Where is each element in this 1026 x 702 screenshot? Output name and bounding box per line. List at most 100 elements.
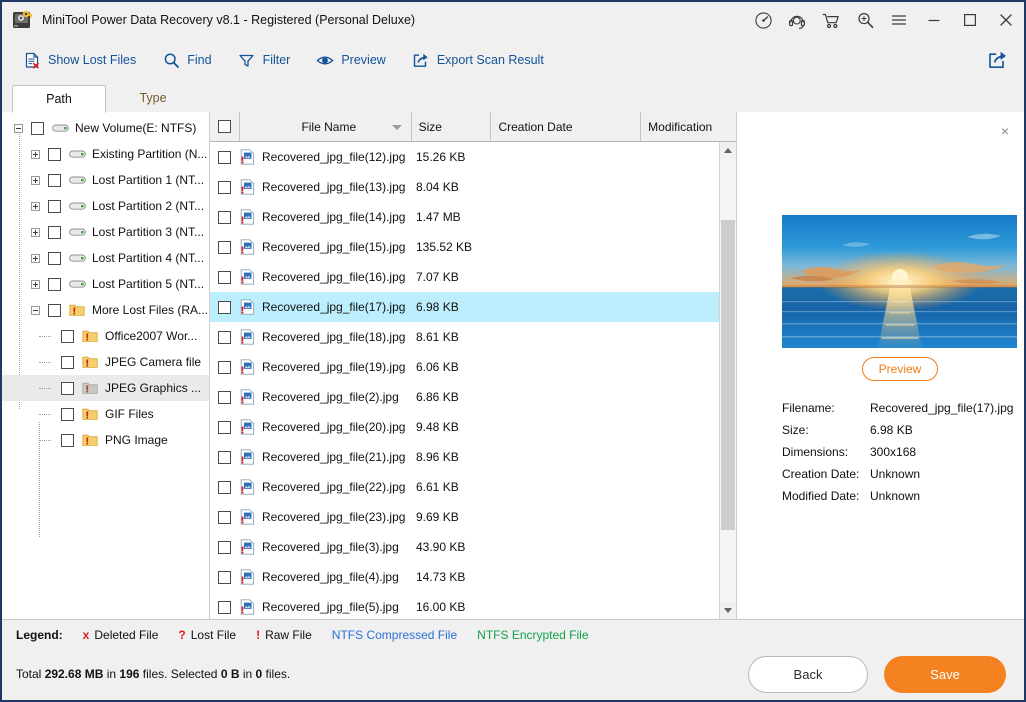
header-file-name[interactable]: File Name bbox=[240, 112, 412, 141]
expand-toggle-icon[interactable] bbox=[31, 175, 40, 185]
tree-checkbox[interactable] bbox=[48, 225, 61, 239]
tree-checkbox[interactable] bbox=[61, 381, 74, 395]
tree-checkbox[interactable] bbox=[61, 407, 74, 421]
row-checkbox[interactable] bbox=[218, 240, 231, 254]
tree-item-lost-partition-5[interactable]: Lost Partition 5 (NT... bbox=[2, 271, 209, 297]
row-checkbox[interactable] bbox=[218, 390, 231, 404]
maximize-button[interactable] bbox=[952, 2, 988, 38]
row-checkbox-cell[interactable] bbox=[210, 450, 240, 464]
row-checkbox-cell[interactable] bbox=[210, 510, 240, 524]
expand-toggle-icon[interactable] bbox=[31, 253, 40, 263]
scrollbar-thumb[interactable] bbox=[721, 220, 735, 530]
header-select-all[interactable] bbox=[210, 112, 240, 141]
tree-item-new-volume[interactable]: New Volume(E: NTFS) bbox=[2, 115, 209, 141]
toolbar-preview[interactable]: Preview bbox=[307, 45, 394, 75]
row-checkbox-cell[interactable] bbox=[210, 360, 240, 374]
row-checkbox-cell[interactable] bbox=[210, 390, 240, 404]
tree-checkbox[interactable] bbox=[48, 251, 61, 265]
tree-item-gif-files[interactable]: ! GIF Files bbox=[2, 401, 209, 427]
tree-item-lost-partition-3[interactable]: Lost Partition 3 (NT... bbox=[2, 219, 209, 245]
scroll-down-button[interactable] bbox=[720, 602, 736, 619]
path-tree[interactable]: New Volume(E: NTFS) Existing Partition (… bbox=[2, 112, 210, 619]
row-checkbox[interactable] bbox=[218, 360, 231, 374]
tree-checkbox[interactable] bbox=[48, 199, 61, 213]
row-checkbox-cell[interactable] bbox=[210, 330, 240, 344]
shopping-cart-icon[interactable] bbox=[814, 2, 848, 38]
tab-type[interactable]: Type bbox=[106, 84, 200, 112]
collapse-toggle-icon[interactable] bbox=[14, 123, 23, 133]
row-checkbox-cell[interactable] bbox=[210, 420, 240, 434]
tree-checkbox[interactable] bbox=[31, 121, 44, 135]
toolbar-show-lost-files[interactable]: Show Lost Files bbox=[14, 45, 145, 75]
expand-toggle-icon[interactable] bbox=[31, 201, 40, 211]
minimize-button[interactable] bbox=[916, 2, 952, 38]
row-checkbox[interactable] bbox=[218, 540, 231, 554]
expand-toggle-icon[interactable] bbox=[31, 279, 40, 289]
row-checkbox[interactable] bbox=[218, 270, 231, 284]
file-row[interactable]: ! Recovered_jpg_file(13).jpg 8.04 KB bbox=[210, 172, 736, 202]
expand-toggle-icon[interactable] bbox=[31, 227, 40, 237]
file-row[interactable]: ! Recovered_jpg_file(2).jpg 6.86 KB bbox=[210, 382, 736, 412]
tree-item-lost-partition-1[interactable]: Lost Partition 1 (NT... bbox=[2, 167, 209, 193]
tree-item-lost-partition-4[interactable]: Lost Partition 4 (NT... bbox=[2, 245, 209, 271]
row-checkbox-cell[interactable] bbox=[210, 540, 240, 554]
row-checkbox[interactable] bbox=[218, 210, 231, 224]
row-checkbox[interactable] bbox=[218, 300, 231, 314]
tree-checkbox[interactable] bbox=[61, 355, 74, 369]
collapse-toggle-icon[interactable] bbox=[31, 305, 40, 315]
file-row[interactable]: ! Recovered_jpg_file(21).jpg 8.96 KB bbox=[210, 442, 736, 472]
header-size[interactable]: Size bbox=[412, 112, 492, 141]
row-checkbox[interactable] bbox=[218, 600, 231, 614]
scroll-up-button[interactable] bbox=[720, 142, 736, 159]
row-checkbox[interactable] bbox=[218, 330, 231, 344]
search-zoom-icon[interactable] bbox=[848, 2, 882, 38]
expand-toggle-icon[interactable] bbox=[31, 149, 40, 159]
row-checkbox-cell[interactable] bbox=[210, 180, 240, 194]
tree-checkbox[interactable] bbox=[48, 173, 61, 187]
tree-item-office2007-word[interactable]: ! Office2007 Wor... bbox=[2, 323, 209, 349]
row-checkbox-cell[interactable] bbox=[210, 210, 240, 224]
row-checkbox[interactable] bbox=[218, 510, 231, 524]
preview-button[interactable]: Preview bbox=[862, 357, 938, 381]
tree-item-png-image[interactable]: ! PNG Image bbox=[2, 427, 209, 453]
row-checkbox[interactable] bbox=[218, 180, 231, 194]
close-icon[interactable]: × bbox=[996, 122, 1014, 140]
tree-checkbox[interactable] bbox=[61, 433, 74, 447]
row-checkbox-cell[interactable] bbox=[210, 480, 240, 494]
row-checkbox[interactable] bbox=[218, 450, 231, 464]
row-checkbox[interactable] bbox=[218, 420, 231, 434]
file-row[interactable]: ! Recovered_jpg_file(12).jpg 15.26 KB bbox=[210, 142, 736, 172]
tree-item-more-lost-files[interactable]: ! More Lost Files (RA... bbox=[2, 297, 209, 323]
file-row[interactable]: ! Recovered_jpg_file(3).jpg 43.90 KB bbox=[210, 532, 736, 562]
share-export-icon[interactable] bbox=[984, 47, 1010, 73]
tree-checkbox[interactable] bbox=[48, 277, 61, 291]
speedometer-icon[interactable] bbox=[746, 2, 780, 38]
close-button[interactable] bbox=[988, 2, 1024, 38]
toolbar-filter[interactable]: Filter bbox=[229, 45, 300, 75]
header-creation-date[interactable]: Creation Date bbox=[491, 112, 642, 141]
row-checkbox[interactable] bbox=[218, 570, 231, 584]
file-row[interactable]: ! Recovered_jpg_file(20).jpg 9.48 KB bbox=[210, 412, 736, 442]
file-row[interactable]: ! Recovered_jpg_file(19).jpg 6.06 KB bbox=[210, 352, 736, 382]
file-row[interactable]: ! Recovered_jpg_file(16).jpg 7.07 KB bbox=[210, 262, 736, 292]
row-checkbox-cell[interactable] bbox=[210, 150, 240, 164]
tree-checkbox[interactable] bbox=[48, 147, 61, 161]
row-checkbox-cell[interactable] bbox=[210, 300, 240, 314]
tree-item-existing-partition[interactable]: Existing Partition (N... bbox=[2, 141, 209, 167]
tree-checkbox[interactable] bbox=[61, 329, 74, 343]
support-headset-icon[interactable] bbox=[780, 2, 814, 38]
tab-path[interactable]: Path bbox=[12, 85, 106, 113]
file-row[interactable]: ! Recovered_jpg_file(22).jpg 6.61 KB bbox=[210, 472, 736, 502]
tree-item-jpeg-graphics[interactable]: ! JPEG Graphics ... bbox=[2, 375, 209, 401]
toolbar-find[interactable]: Find bbox=[153, 45, 220, 75]
file-row[interactable]: ! Recovered_jpg_file(14).jpg 1.47 MB bbox=[210, 202, 736, 232]
tree-item-jpeg-camera-file[interactable]: ! JPEG Camera file bbox=[2, 349, 209, 375]
select-all-checkbox[interactable] bbox=[218, 120, 231, 133]
file-row[interactable]: ! Recovered_jpg_file(4).jpg 14.73 KB bbox=[210, 562, 736, 592]
file-row[interactable]: ! Recovered_jpg_file(5).jpg 16.00 KB bbox=[210, 592, 736, 619]
toolbar-export-scan-result[interactable]: Export Scan Result bbox=[403, 45, 553, 75]
menu-icon[interactable] bbox=[882, 2, 916, 38]
header-modification-date[interactable]: Modification bbox=[641, 112, 736, 141]
file-row[interactable]: ! Recovered_jpg_file(18).jpg 8.61 KB bbox=[210, 322, 736, 352]
file-list-scrollbar[interactable] bbox=[719, 142, 736, 619]
